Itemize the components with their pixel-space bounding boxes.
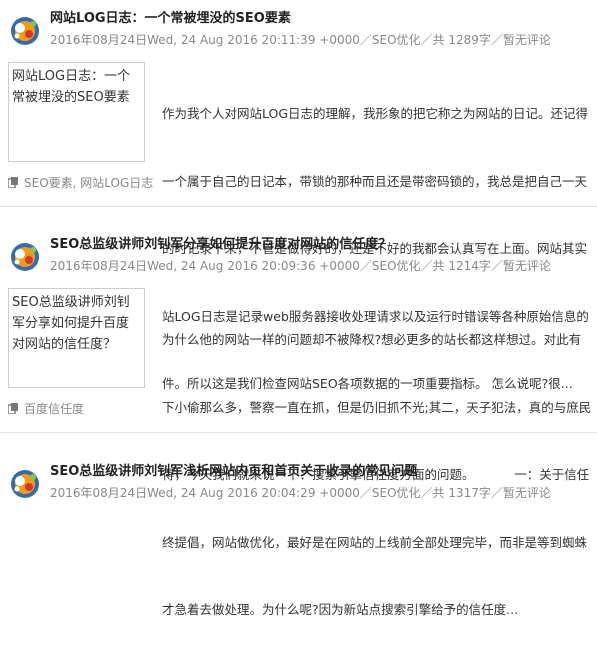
post-thumbnail[interactable]: 网站LOG日志：一个常被埋没的SEO要素 [8, 62, 145, 162]
post-meta: 2016年08月24日Wed, 24 Aug 2016 20:04:29 +00… [50, 485, 551, 501]
meta-separator: ／ [359, 33, 372, 47]
post-tags: 百度信任度 [8, 401, 84, 417]
meta-separator: ／共 [420, 33, 449, 47]
excerpt-line: 为什么他的网站一样的问题却不被降权?想必更多的站长都这样想过。对此有 [162, 332, 582, 347]
author-logo-icon[interactable] [8, 238, 42, 272]
meta-separator: ／ [359, 259, 372, 273]
excerpt-line: 才急着去做处理。为什么呢?因为新站点搜索引擎给予的信任度... [162, 602, 519, 617]
post-word-count: 1289字 [448, 33, 491, 47]
post-comments-link[interactable]: 暂无评论 [503, 486, 551, 500]
meta-separator: ／ [490, 33, 503, 47]
post-title[interactable]: SEO总监级讲师刘钊军分享如何提升百度对网站的信任度？ [50, 236, 391, 254]
excerpt-line: 下小偷那么多，警察一直在抓，但是仍旧抓不光;其二，天子犯法，真的与庶民 [162, 399, 592, 415]
post-category-link[interactable]: SEO优化 [372, 259, 421, 273]
post-title[interactable]: SEO总监级讲师刘钊军浅析网站内页和首页关于收录的常见问题 [50, 463, 417, 481]
post-word-count: 1317字 [448, 486, 491, 500]
post-title[interactable]: 网站LOG日志：一个常被埋没的SEO要素 [50, 10, 291, 28]
post-meta: 2016年08月24日Wed, 24 Aug 2016 20:09:36 +00… [50, 258, 551, 274]
meta-separator: ／共 [420, 486, 449, 500]
post-thumbnail[interactable]: SEO总监级讲师刘钊军分享如何提升百度对网站的信任度？ [8, 288, 145, 388]
post-category-link[interactable]: SEO优化 [372, 486, 421, 500]
post-divider [0, 432, 597, 433]
meta-separator: ／共 [420, 259, 449, 273]
post-date: 2016年08月24日Wed, 24 Aug 2016 20:11:39 +00… [50, 33, 360, 47]
post-tags-links[interactable]: SEO要素, 网站LOG日志 [24, 176, 153, 190]
post-date: 2016年08月24日Wed, 24 Aug 2016 20:04:29 +00… [50, 486, 360, 500]
post-divider [0, 206, 597, 207]
author-logo-icon[interactable] [8, 465, 42, 499]
post-date: 2016年08月24日Wed, 24 Aug 2016 20:09:36 +00… [50, 259, 360, 273]
tag-icon [8, 177, 18, 188]
post-tags: SEO要素, 网站LOG日志 [8, 175, 153, 191]
meta-separator: ／ [490, 486, 503, 500]
excerpt-line: 终提倡，网站做优化，最好是在网站的上线前全部处理完毕，而非是等到蜘蛛 [162, 534, 588, 550]
post-comments-link[interactable]: 暂无评论 [503, 33, 551, 47]
post-word-count: 1214字 [448, 259, 491, 273]
meta-separator: ／ [490, 259, 503, 273]
post-meta: 2016年08月24日Wed, 24 Aug 2016 20:11:39 +00… [50, 32, 551, 48]
post-tags-links[interactable]: 百度信任度 [24, 402, 84, 416]
excerpt-line: 一个属于自己的日记本，带锁的那种而且还是带密码锁的，我总是把自己一天 [162, 173, 588, 189]
tag-icon [8, 403, 18, 414]
post-category-link[interactable]: SEO优化 [372, 33, 421, 47]
post-comments-link[interactable]: 暂无评论 [503, 259, 551, 273]
author-logo-icon[interactable] [8, 12, 42, 46]
excerpt-line: 作为我个人对网站LOG日志的理解，我形象的把它称之为网站的日记。还记得 [162, 106, 589, 121]
meta-separator: ／ [359, 486, 372, 500]
